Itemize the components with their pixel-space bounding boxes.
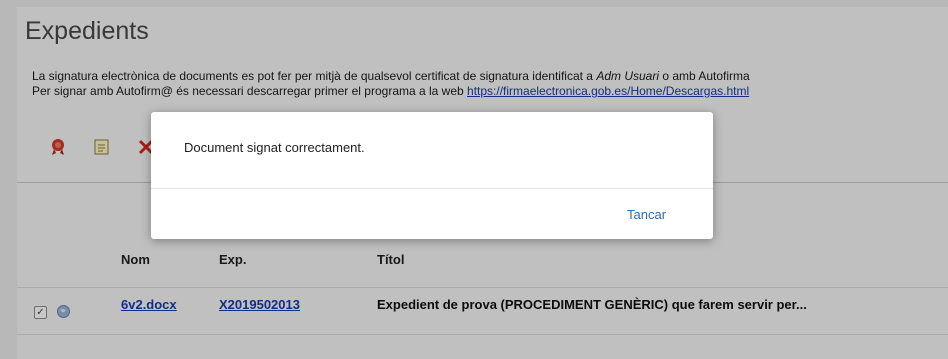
close-button[interactable]: Tancar <box>627 207 666 222</box>
dialog-message: Document signat correctament. <box>184 140 365 155</box>
dialog-divider <box>151 188 713 189</box>
confirmation-dialog: Document signat correctament. Tancar <box>151 112 713 239</box>
